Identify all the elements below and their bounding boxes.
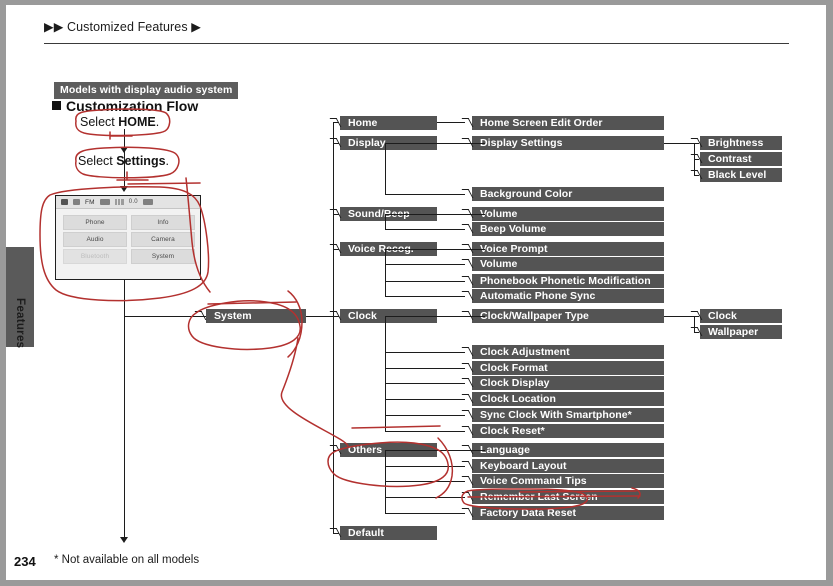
device-button-phone[interactable]: Phone (63, 215, 127, 230)
tree-node-clock-display[interactable]: Clock Display (472, 376, 664, 390)
page-number: 234 (14, 554, 36, 569)
device-button-audio[interactable]: Audio (63, 232, 127, 247)
link-clock-location (385, 399, 465, 400)
link-display-settings (385, 143, 465, 144)
tree-node-sync-clock-smartphone[interactable]: Sync Clock With Smartphone* (472, 408, 664, 422)
sound-sub-spine (385, 214, 386, 229)
level2-spine (333, 122, 334, 533)
link-auto-phone-sync (385, 296, 465, 297)
link-keyboard-layout (385, 466, 465, 467)
tree-node-voice-command-tips[interactable]: Voice Command Tips (472, 474, 664, 488)
tree-node-volume-sound[interactable]: Volume (472, 207, 664, 221)
tree-node-display-settings[interactable]: Display Settings (472, 136, 664, 150)
battery-icon (99, 199, 110, 205)
tree-node-clock-location[interactable]: Clock Location (472, 392, 664, 406)
link-clock-adjustment (385, 352, 465, 353)
tree-node-beep-volume[interactable]: Beep Volume (472, 222, 664, 236)
flow-spine-line-2 (124, 280, 125, 541)
flow-step-select-home: Select HOME. (80, 115, 159, 129)
tree-node-system[interactable]: System (206, 309, 306, 323)
flow-step-prefix: Select (78, 154, 117, 168)
flow-step-suffix: . (165, 154, 170, 168)
link-voice-prompt (385, 249, 465, 250)
tree-node-clock-wallpaper-type[interactable]: Clock/Wallpaper Type (472, 309, 664, 323)
system-out-line (306, 316, 333, 317)
tree-node-clock-format[interactable]: Clock Format (472, 361, 664, 375)
flow-arrow-bottom-icon (120, 537, 128, 543)
power-icon (61, 199, 68, 205)
tree-node-brightness[interactable]: Brightness (700, 136, 782, 150)
footnote: * Not available on all models (54, 554, 200, 566)
tree-node-home-screen-edit-order[interactable]: Home Screen Edit Order (472, 116, 664, 130)
link-voice-command-tips (385, 481, 465, 482)
tree-node-language[interactable]: Language (472, 443, 664, 457)
link-phonebook (385, 281, 465, 282)
tree-node-automatic-phone-sync[interactable]: Automatic Phone Sync (472, 289, 664, 303)
clock-label: 0.0 (128, 199, 138, 205)
link-language (385, 450, 465, 451)
tree-node-wallpaper[interactable]: Wallpaper (700, 325, 782, 339)
link-volume-sound (385, 214, 465, 215)
voice-sub-spine (385, 249, 386, 296)
header-divider (44, 43, 789, 44)
link-home-out (437, 122, 465, 123)
tree-node-clock-sub[interactable]: Clock (700, 309, 782, 323)
page-title: Customization Flow (52, 98, 198, 114)
tree-node-clock-reset[interactable]: Clock Reset* (472, 424, 664, 438)
link-background-color (385, 194, 465, 195)
flow-step-prefix: Select (80, 115, 119, 129)
model-banner: Models with display audio system (54, 82, 239, 99)
tree-node-phonebook-phonetic[interactable]: Phonebook Phonetic Modification (472, 274, 664, 288)
bullet-square-icon (52, 101, 61, 110)
tree-node-home[interactable]: Home (340, 116, 437, 130)
clock-sub-spine (385, 316, 386, 431)
temperature-icon (142, 199, 153, 205)
breadcrumb: ▶▶ Customized Features ▶ (44, 20, 201, 34)
display-sub-spine (385, 143, 386, 194)
side-tab-label: Features (14, 298, 26, 349)
tree-node-factory-data-reset[interactable]: Factory Data Reset (472, 506, 664, 520)
flow-step-suffix: . (155, 115, 160, 129)
link-display-settings-out (664, 143, 694, 144)
signal-bars-icon (114, 199, 124, 205)
device-button-info[interactable]: Info (131, 215, 195, 230)
radio-band-label: FM (85, 198, 95, 206)
link-clock-display (385, 383, 465, 384)
page-title-text: Customization Flow (66, 98, 199, 114)
device-button-camera[interactable]: Camera (131, 232, 195, 247)
link-remember-last-screen (385, 497, 465, 498)
tree-node-remember-last-screen[interactable]: Remember Last Screen (472, 490, 664, 504)
tree-node-keyboard-layout[interactable]: Keyboard Layout (472, 459, 664, 473)
link-volume-voice (385, 264, 465, 265)
tree-node-black-level[interactable]: Black Level (700, 168, 782, 182)
link-clock-reset (385, 431, 465, 432)
flow-arrow-to-device-icon (120, 186, 128, 192)
device-status-bar: FM 0.0 (56, 196, 200, 209)
link-factory-reset (385, 513, 465, 514)
tree-node-voice-prompt[interactable]: Voice Prompt (472, 242, 664, 256)
tree-node-volume-voice[interactable]: Volume (472, 257, 664, 271)
link-clock-wallpaper-out (664, 316, 694, 317)
tree-node-contrast[interactable]: Contrast (700, 152, 782, 166)
link-sync-clock (385, 415, 465, 416)
link-beep-volume (385, 229, 465, 230)
flow-arrow-mid-icon (120, 147, 128, 153)
page-edge-top (0, 0, 833, 5)
link-clock-format (385, 368, 465, 369)
device-button-bluetooth[interactable]: Bluetooth (63, 249, 127, 264)
manual-page: ▶▶ Customized Features ▶ Features Models… (0, 0, 833, 586)
device-home-grid: Phone Info Audio Camera Bluetooth System (63, 215, 195, 264)
link-clock-wallpaper-type (385, 316, 465, 317)
system-feed-line (124, 316, 206, 317)
tree-node-default[interactable]: Default (340, 526, 437, 540)
flow-step-bold: HOME (118, 115, 156, 129)
signal-icon (73, 199, 80, 205)
page-edge-bottom (0, 580, 833, 586)
flow-spine-line (124, 129, 125, 190)
page-edge-right (826, 0, 833, 586)
tree-node-background-color[interactable]: Background Color (472, 187, 664, 201)
tree-node-clock-adjustment[interactable]: Clock Adjustment (472, 345, 664, 359)
device-screen-mockup: FM 0.0 Phone Info Audio Camera Bluetooth… (55, 195, 201, 280)
device-button-system[interactable]: System (131, 249, 195, 264)
